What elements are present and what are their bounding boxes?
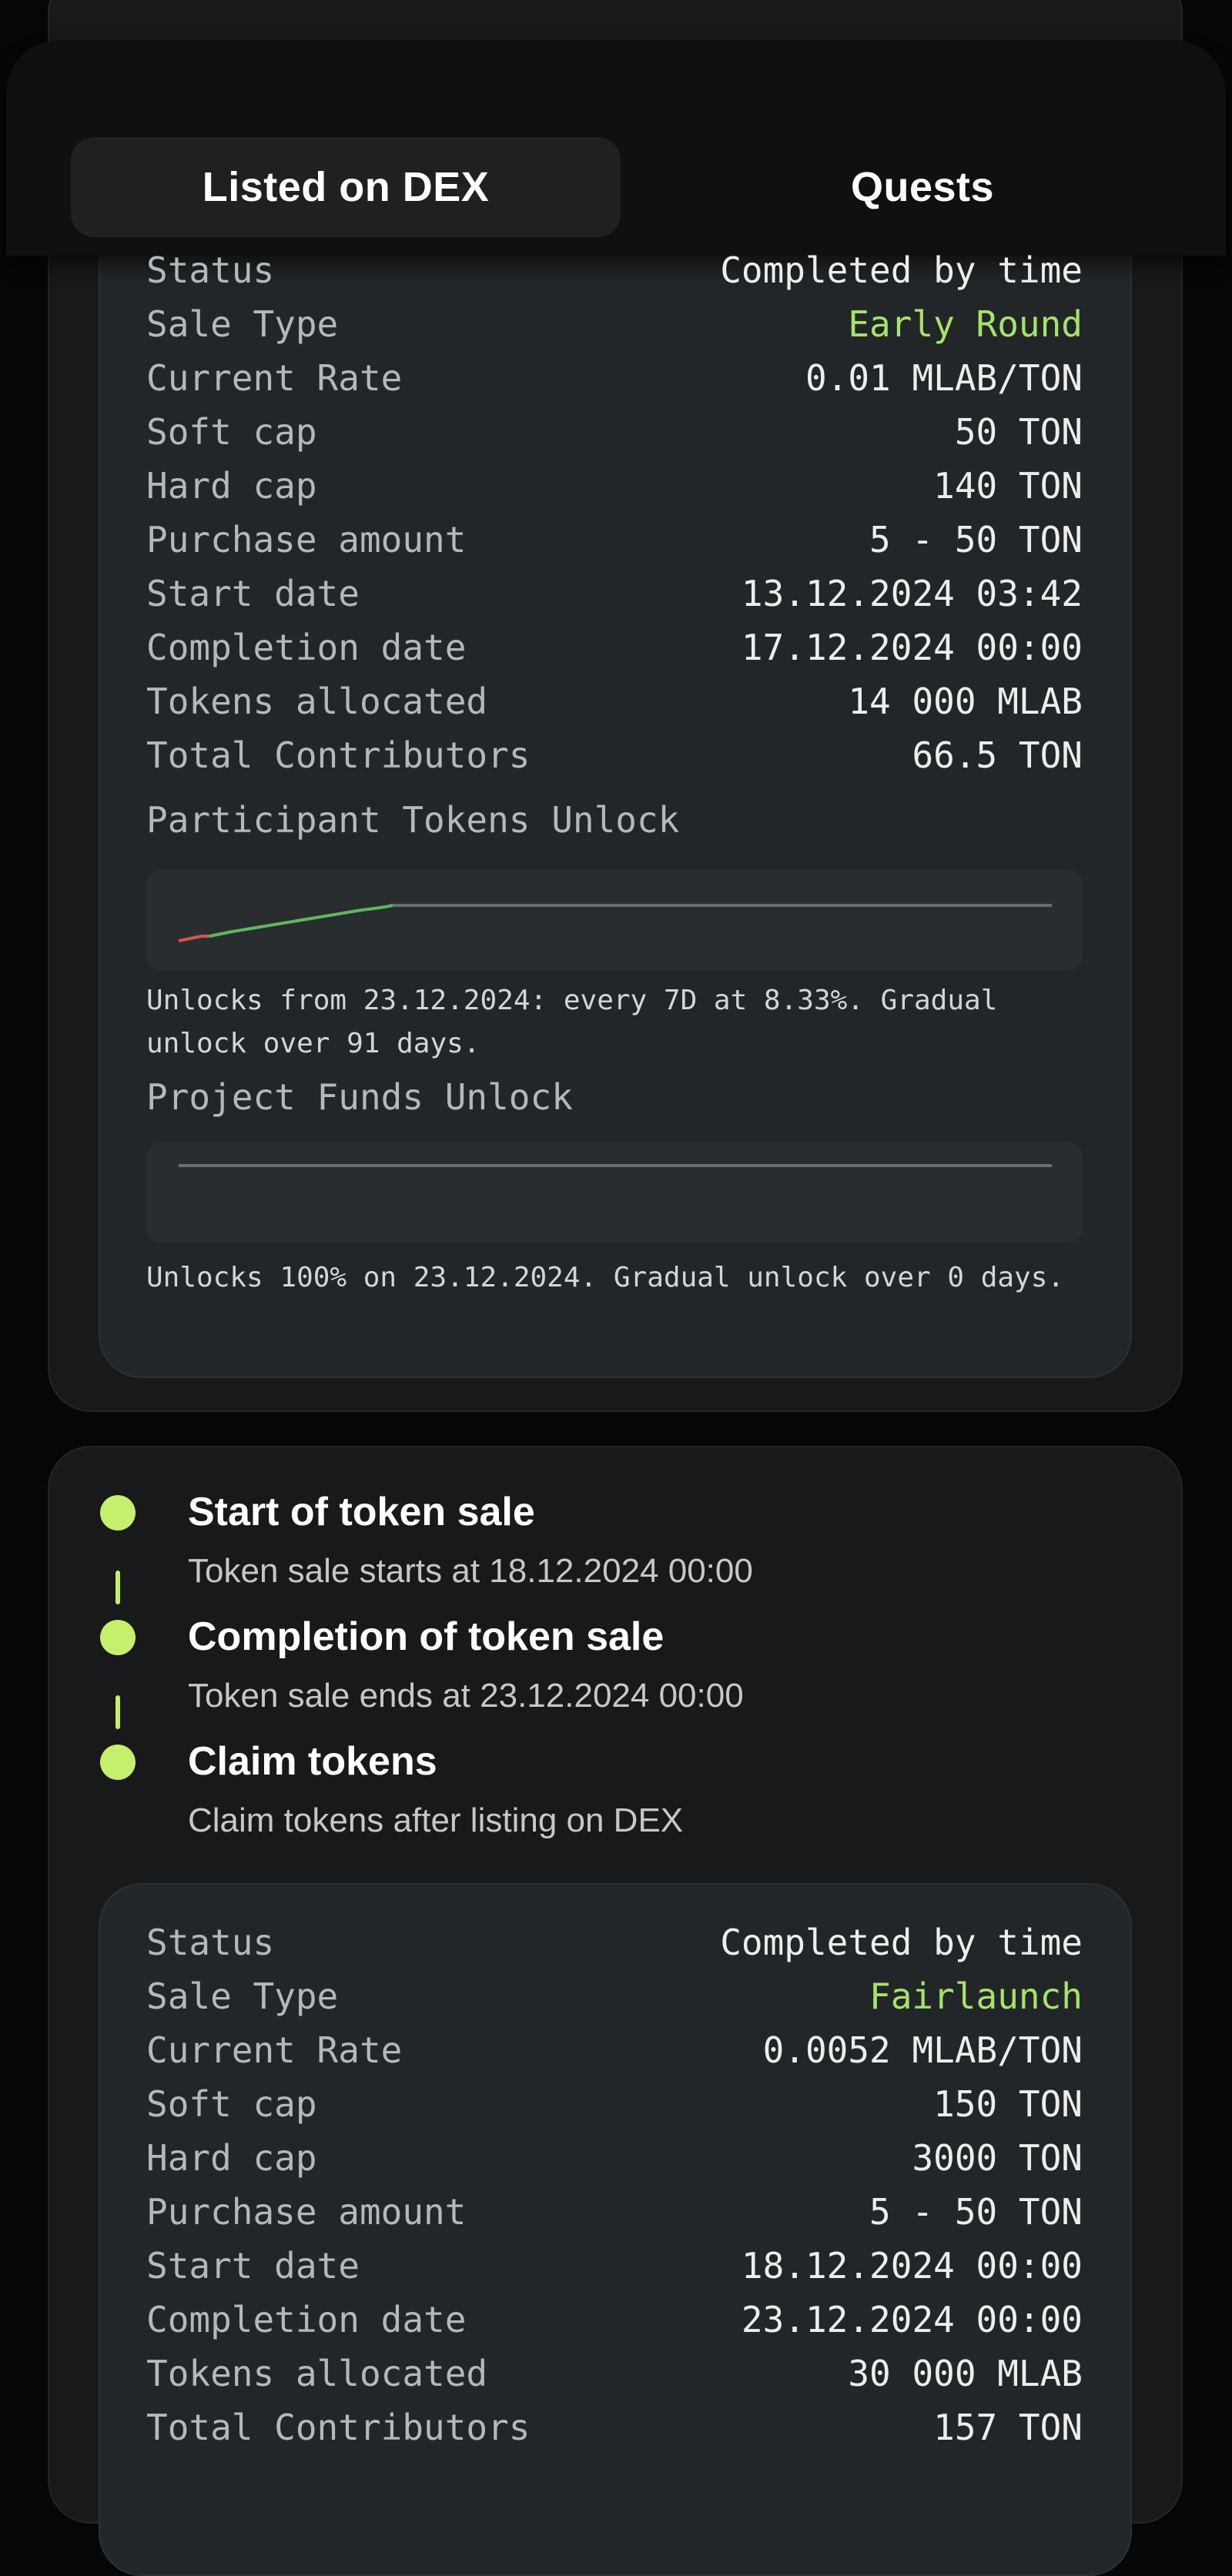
- participant-unlock-note: Unlocks from 23.12.2024: every 7D at 8.3…: [146, 985, 998, 1059]
- detail-label: Soft cap: [146, 2083, 317, 2125]
- sale-type-value: Fairlaunch: [869, 1975, 1083, 2017]
- tab-listed-on-dex[interactable]: Listed on DEX: [71, 137, 621, 237]
- detail-row-tokens-allocated: Tokens allocated 14 000 MLAB: [146, 676, 1083, 727]
- detail-value: 5 - 50 TON: [869, 2191, 1083, 2233]
- detail-row-total-contributors: Total Contributors 157 TON: [146, 2402, 1083, 2453]
- detail-label: Purchase amount: [146, 519, 467, 560]
- detail-label: Current Rate: [146, 2029, 403, 2071]
- detail-value: 66.5 TON: [912, 734, 1083, 776]
- detail-row-sale-type: Sale Type Fairlaunch: [146, 1971, 1083, 2022]
- detail-row-current-rate: Current Rate 0.0052 MLAB/TON: [146, 2025, 1083, 2076]
- detail-value: 23.12.2024 00:00: [741, 2299, 1083, 2340]
- detail-label: Hard cap: [146, 2137, 317, 2179]
- detail-row-total-contributors: Total Contributors 66.5 TON: [146, 730, 1083, 781]
- detail-row-start-date: Start date 13.12.2024 03:42: [146, 568, 1083, 619]
- project-unlock-chart: [146, 1142, 1083, 1243]
- detail-row-status: Status Completed by time: [146, 1917, 1083, 1968]
- detail-value: 140 TON: [933, 465, 1083, 507]
- detail-label: Purchase amount: [146, 2191, 467, 2233]
- detail-value: 14 000 MLAB: [848, 681, 1083, 722]
- detail-row-purchase-amount: Purchase amount 5 - 50 TON: [146, 514, 1083, 565]
- detail-label: Completion date: [146, 2299, 467, 2340]
- timeline-connector: [116, 1695, 120, 1729]
- detail-value: 157 TON: [933, 2407, 1083, 2448]
- unlock-locked-segment: [178, 935, 209, 942]
- detail-row-soft-cap: Soft cap 150 TON: [146, 2079, 1083, 2129]
- unlock-progress-segment: [209, 904, 393, 938]
- tab-quests[interactable]: Quests: [676, 137, 1169, 237]
- sale-type-value: Early Round: [848, 303, 1083, 345]
- timeline-dot-claim: [100, 1745, 136, 1780]
- tab-header: Listed on DEX Quests: [6, 40, 1226, 256]
- detail-label: Total Contributors: [146, 734, 531, 776]
- timeline-desc-completion: Token sale ends at 23.12.2024 00:00: [188, 1677, 744, 1715]
- participant-unlock-chart: [146, 870, 1083, 970]
- detail-label: Current Rate: [146, 357, 403, 399]
- timeline-dot-completion: [100, 1620, 136, 1655]
- detail-value: 150 TON: [933, 2083, 1083, 2125]
- detail-value: 5 - 50 TON: [869, 519, 1083, 560]
- detail-row-completion-date: Completion date 23.12.2024 00:00: [146, 2294, 1083, 2345]
- detail-value: 50 TON: [954, 411, 1083, 453]
- timeline-desc-start: Token sale starts at 18.12.2024 00:00: [188, 1552, 753, 1590]
- detail-row-tokens-allocated: Tokens allocated 30 000 MLAB: [146, 2348, 1083, 2399]
- timeline-title-completion: Completion of token sale: [188, 1614, 665, 1659]
- detail-value: 3000 TON: [912, 2137, 1083, 2179]
- detail-label: Status: [146, 249, 275, 291]
- detail-label: Start date: [146, 573, 360, 614]
- detail-value: Completed by time: [720, 1922, 1083, 1963]
- detail-value: 18.12.2024 00:00: [741, 2245, 1083, 2287]
- detail-label: Status: [146, 1922, 275, 1963]
- detail-label: Completion date: [146, 627, 467, 668]
- detail-value: 13.12.2024 03:42: [741, 573, 1083, 614]
- detail-label: Tokens allocated: [146, 2353, 488, 2394]
- detail-label: Tokens allocated: [146, 681, 488, 722]
- detail-row-sale-type: Sale Type Early Round: [146, 299, 1083, 350]
- detail-row-start-date: Start date 18.12.2024 00:00: [146, 2240, 1083, 2291]
- timeline-title-start: Start of token sale: [188, 1490, 535, 1534]
- detail-row-purchase-amount: Purchase amount 5 - 50 TON: [146, 2186, 1083, 2237]
- detail-value: 17.12.2024 00:00: [741, 627, 1083, 668]
- detail-label: Total Contributors: [146, 2407, 531, 2448]
- project-unlock-title: Project Funds Unlock: [146, 1076, 573, 1118]
- timeline-dot-start: [100, 1495, 136, 1531]
- detail-value: Completed by time: [720, 249, 1083, 291]
- detail-row-soft-cap: Soft cap 50 TON: [146, 406, 1083, 457]
- project-unlock-note: Unlocks 100% on 23.12.2024. Gradual unlo…: [146, 1262, 1065, 1293]
- timeline-connector: [116, 1571, 120, 1604]
- detail-value: 30 000 MLAB: [848, 2353, 1083, 2394]
- detail-label: Hard cap: [146, 465, 317, 507]
- timeline-title-claim: Claim tokens: [188, 1739, 437, 1784]
- detail-row-status: Status Completed by time: [146, 245, 1083, 296]
- detail-label: Sale Type: [146, 1975, 339, 2017]
- detail-value: 0.01 MLAB/TON: [805, 357, 1083, 399]
- detail-label: Sale Type: [146, 303, 339, 345]
- detail-row-hard-cap: Hard cap 140 TON: [146, 460, 1083, 511]
- timeline-desc-claim: Claim tokens after listing on DEX: [188, 1802, 684, 1839]
- detail-row-hard-cap: Hard cap 3000 TON: [146, 2133, 1083, 2183]
- detail-value: 0.0052 MLAB/TON: [762, 2029, 1083, 2071]
- participant-unlock-title: Participant Tokens Unlock: [146, 799, 680, 841]
- detail-row-current-rate: Current Rate 0.01 MLAB/TON: [146, 353, 1083, 403]
- detail-label: Start date: [146, 2245, 360, 2287]
- detail-row-completion-date: Completion date 17.12.2024 00:00: [146, 622, 1083, 673]
- detail-label: Soft cap: [146, 411, 317, 453]
